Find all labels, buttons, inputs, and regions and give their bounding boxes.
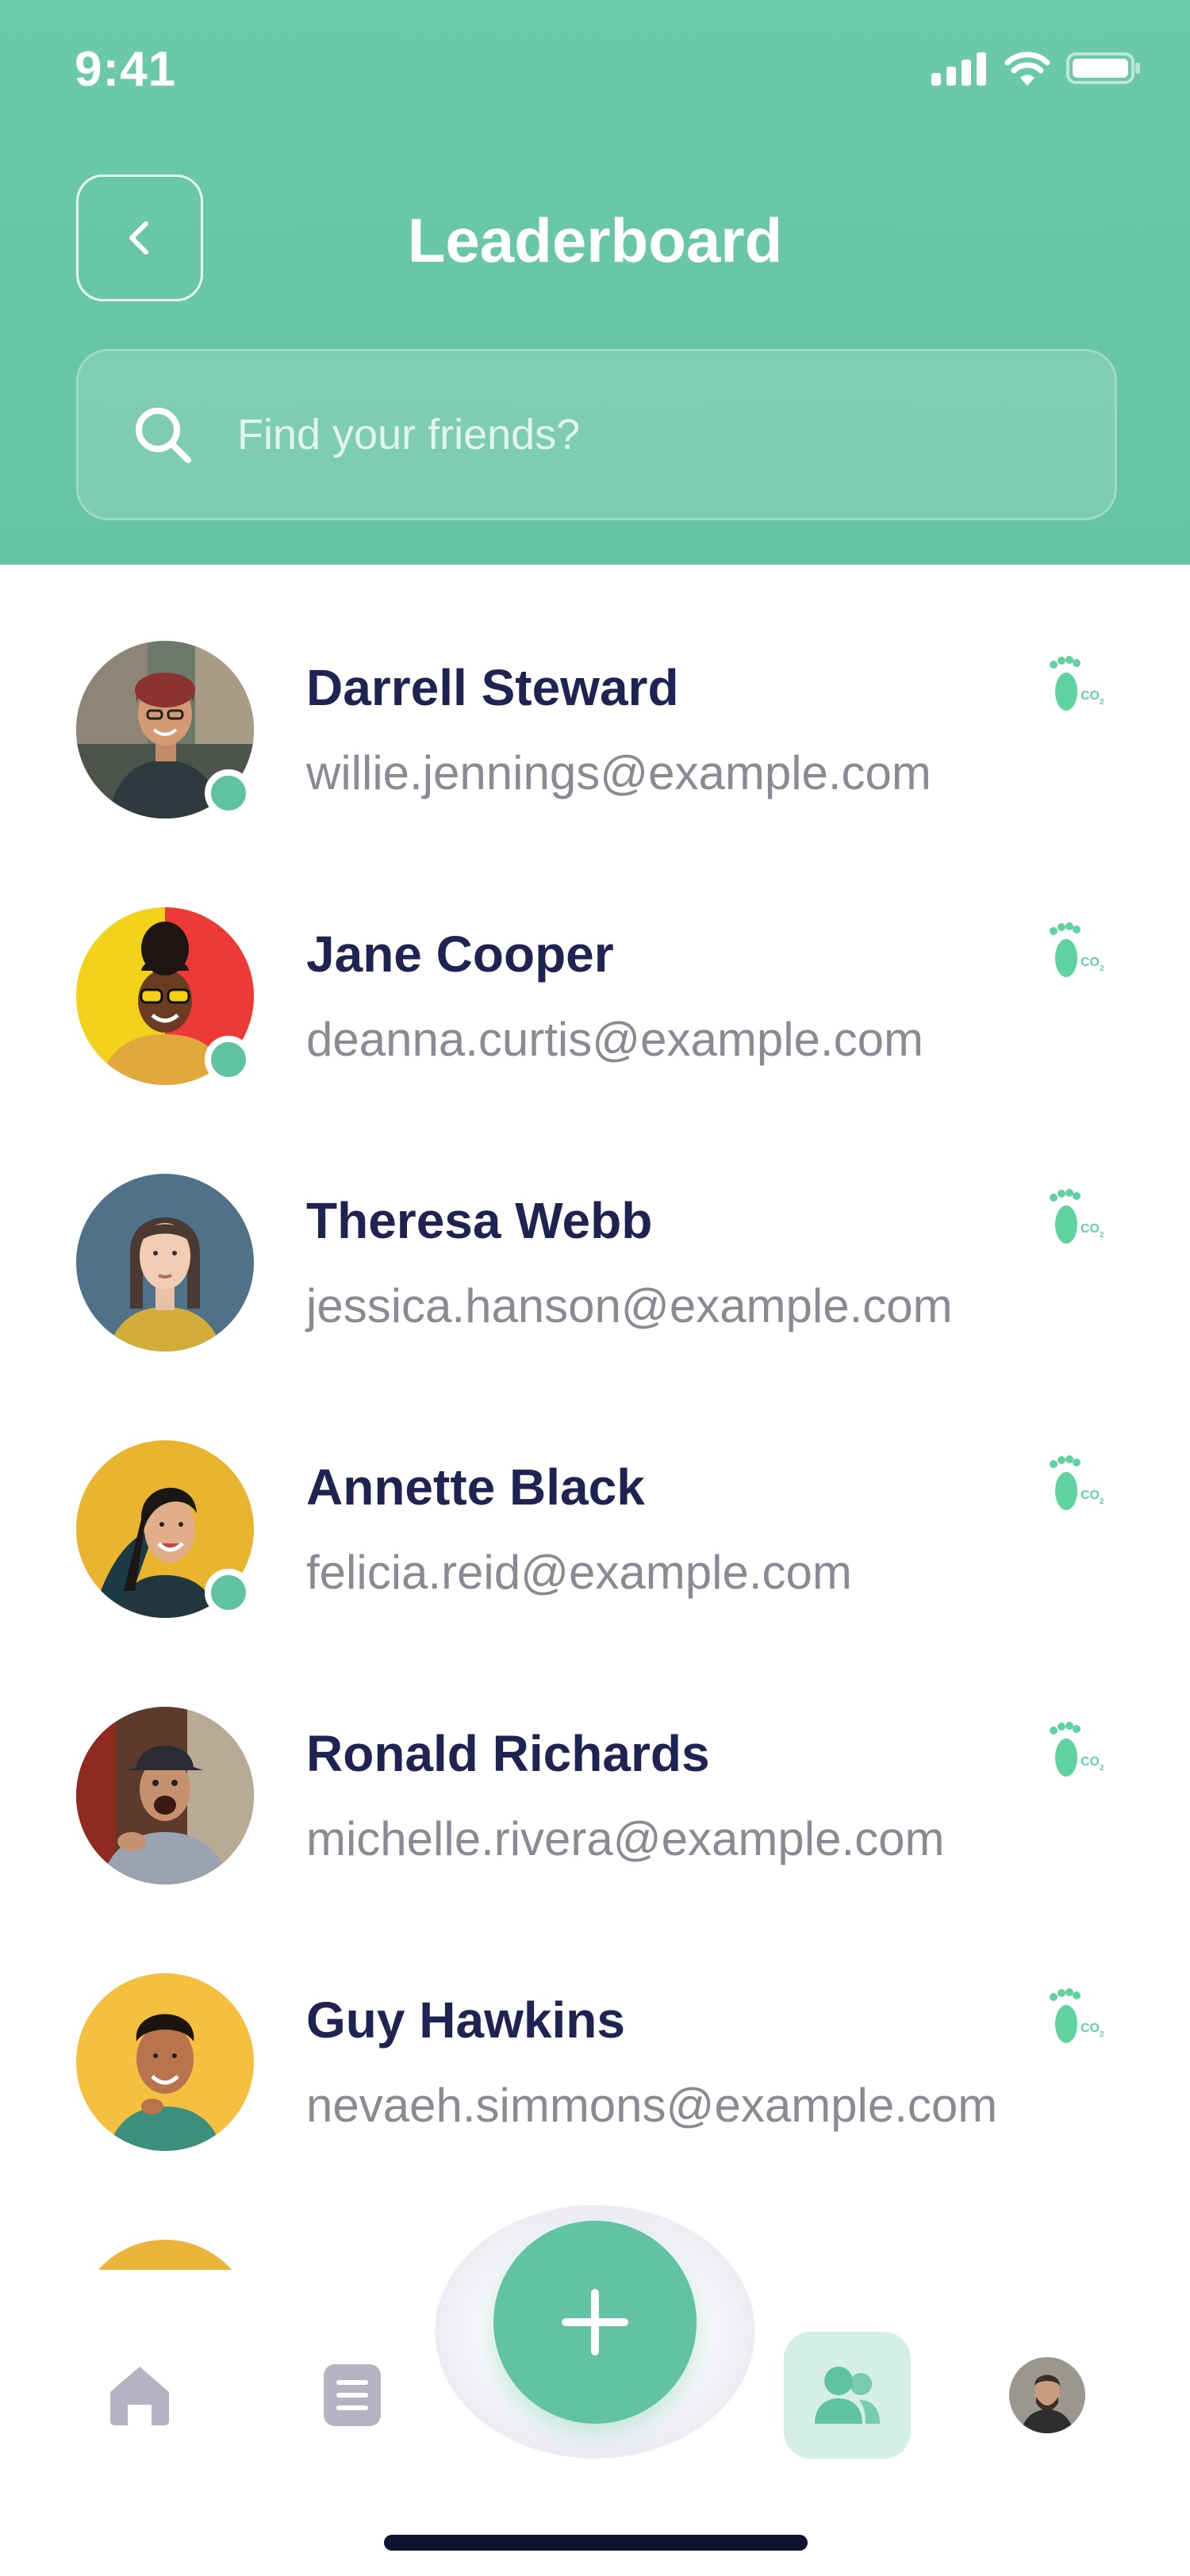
co2-footprint-icon: CO 2 <box>1050 1722 1104 1777</box>
friend-name: Jane Cooper <box>306 926 614 983</box>
avatar <box>76 1174 254 1351</box>
co2-footprint-icon: CO 2 <box>1050 1455 1104 1510</box>
friend-email: deanna.curtis@example.com <box>306 1013 923 1066</box>
svg-text:2: 2 <box>1100 964 1104 973</box>
svg-text:2: 2 <box>1100 1497 1104 1506</box>
profile-avatar <box>1009 2357 1085 2433</box>
friend-email: willie.jennings@example.com <box>306 746 931 799</box>
friend-name: Ronald Richards <box>306 1725 710 1782</box>
leaderboard-list: Darrell Steward willie.jennings@example.… <box>0 565 1190 2270</box>
svg-text:CO: CO <box>1081 1489 1100 1502</box>
bottom-navigation <box>0 2205 1190 2576</box>
friends-icon <box>815 2367 880 2424</box>
nav-home[interactable] <box>76 2332 203 2459</box>
battery-icon <box>1066 52 1140 84</box>
avatar <box>76 2240 254 2270</box>
co2-footprint-icon: CO 2 <box>1050 922 1104 977</box>
search-input[interactable] <box>237 410 1031 459</box>
nav-friends[interactable] <box>784 2332 911 2459</box>
friend-email: michelle.rivera@example.com <box>306 1812 945 1865</box>
nav-documents[interactable] <box>289 2332 416 2459</box>
list-item[interactable]: Jane Cooper deanna.curtis@example.com CO… <box>0 831 1190 1098</box>
svg-text:2: 2 <box>1100 698 1104 707</box>
friend-name: Darrell Steward <box>306 659 679 716</box>
svg-text:CO: CO <box>1081 1222 1100 1236</box>
cellular-signal-icon <box>931 52 986 86</box>
friend-name: Annette Black <box>306 1459 645 1516</box>
status-time: 9:41 <box>75 42 177 97</box>
list-item[interactable]: Ronald Richards michelle.rivera@example.… <box>0 1631 1190 1897</box>
list-item[interactable]: Guy Hawkins nevaeh.simmons@example.com C… <box>0 1897 1190 2164</box>
page-title: Leaderboard <box>407 205 783 275</box>
friend-email: felicia.reid@example.com <box>306 1546 852 1599</box>
co2-footprint-icon: CO 2 <box>1050 1988 1104 2043</box>
online-indicator <box>205 769 252 817</box>
online-indicator <box>205 1569 252 1616</box>
add-button[interactable] <box>493 2221 697 2424</box>
home-indicator <box>384 2535 808 2551</box>
wifi-icon <box>1004 52 1050 86</box>
friend-name: Guy Hawkins <box>306 1991 625 2049</box>
home-icon <box>110 2367 169 2425</box>
friend-name: Theresa Webb <box>306 1192 653 1249</box>
search-icon <box>136 408 191 463</box>
avatar <box>76 1973 254 2151</box>
list-item[interactable]: Darrell Steward willie.jennings@example.… <box>0 565 1190 831</box>
svg-text:CO: CO <box>1081 689 1100 703</box>
nav-profile[interactable] <box>984 2332 1111 2459</box>
status-icons <box>931 51 1141 86</box>
co2-footprint-icon: CO 2 <box>1050 656 1104 711</box>
header: 9:41 Leaderboard <box>0 0 1190 565</box>
svg-text:CO: CO <box>1081 2022 1100 2035</box>
svg-text:2: 2 <box>1100 1764 1104 1773</box>
document-icon <box>324 2364 381 2426</box>
svg-text:CO: CO <box>1081 956 1100 969</box>
search-box[interactable] <box>76 349 1117 520</box>
plus-icon <box>562 2289 628 2356</box>
list-item[interactable]: Theresa Webb jessica.hanson@example.com … <box>0 1098 1190 1364</box>
svg-text:2: 2 <box>1100 1231 1104 1240</box>
friend-email: jessica.hanson@example.com <box>306 1279 953 1332</box>
status-bar: 9:41 <box>0 0 1190 143</box>
avatar <box>76 1707 254 1884</box>
online-indicator <box>205 1036 252 1083</box>
list-item[interactable]: Annette Black felicia.reid@example.com C… <box>0 1364 1190 1631</box>
friend-email: nevaeh.simmons@example.com <box>306 2079 998 2132</box>
co2-footprint-icon: CO 2 <box>1050 1189 1104 1244</box>
svg-text:CO: CO <box>1081 1755 1100 1769</box>
svg-text:2: 2 <box>1100 2030 1104 2039</box>
